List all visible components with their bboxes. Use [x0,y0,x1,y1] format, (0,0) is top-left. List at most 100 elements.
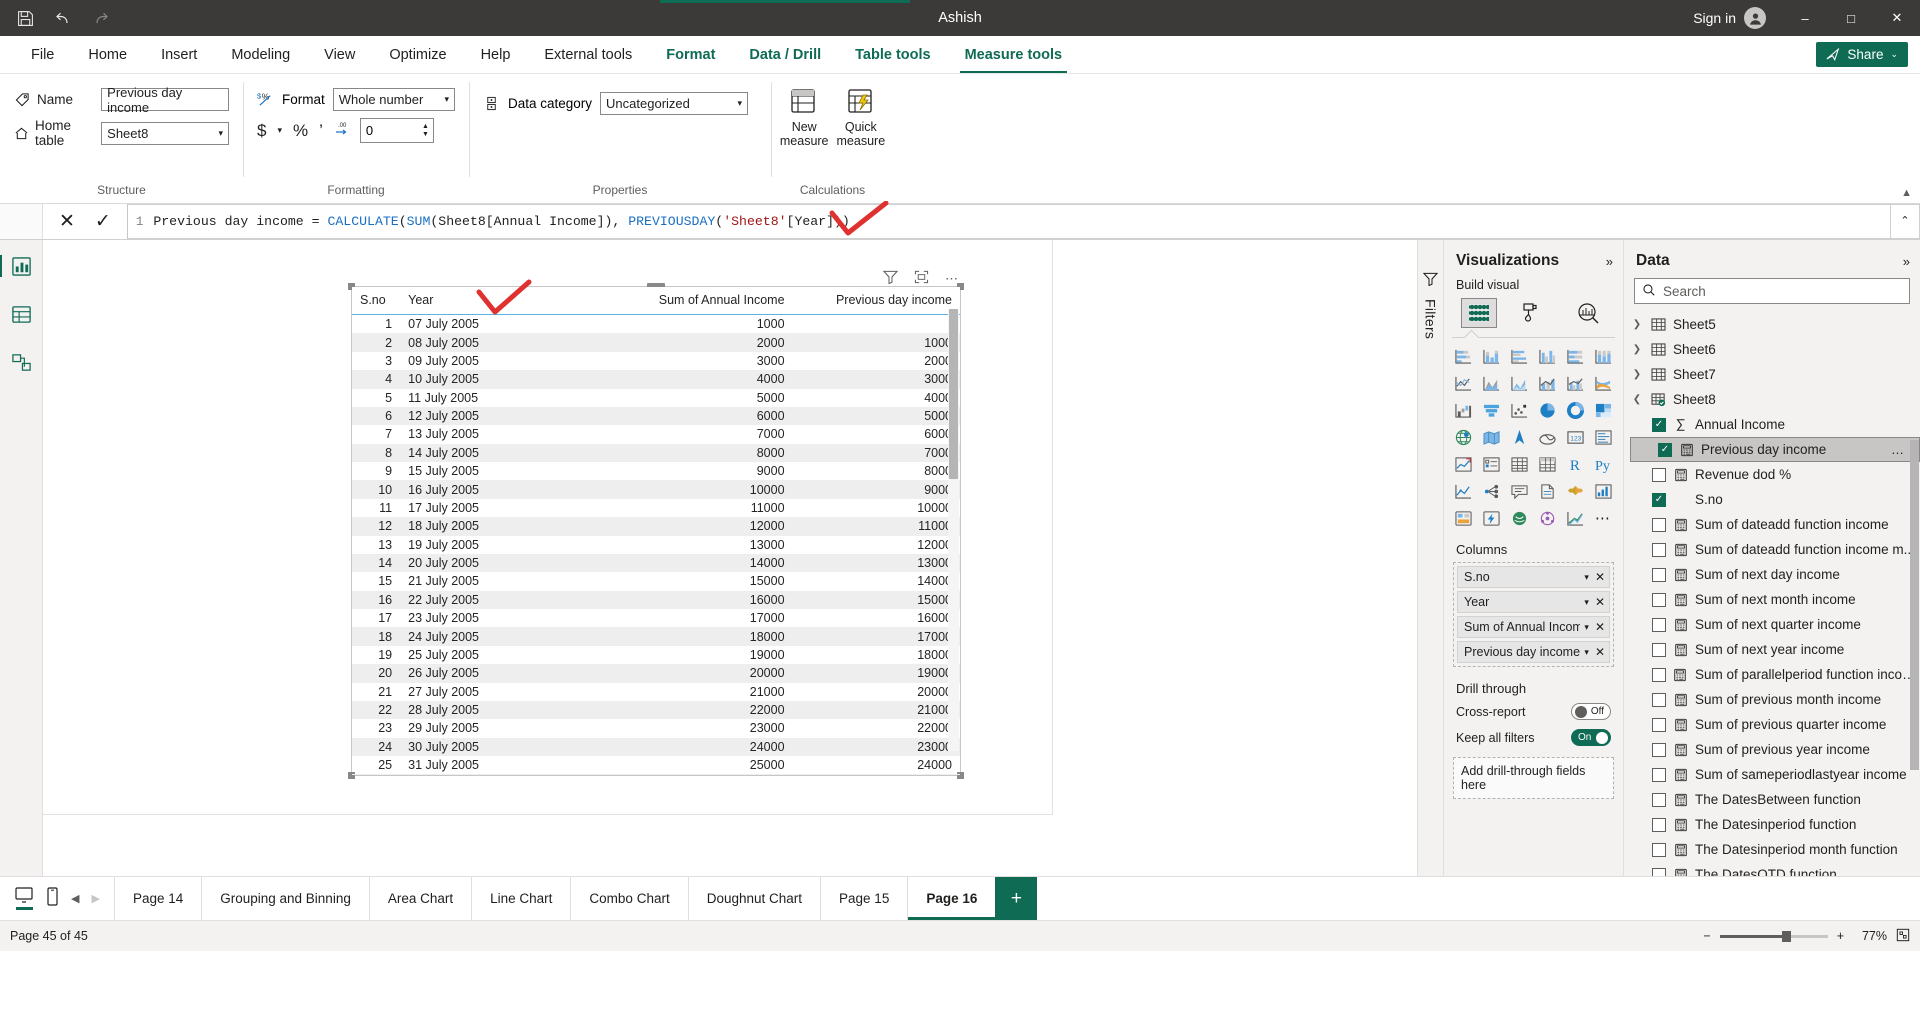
funnel-chart-icon[interactable] [1478,398,1506,422]
column-header-sum-annual-income[interactable]: Sum of Annual Income [599,287,793,315]
table-row[interactable]: 2531 July 20052500024000 [352,756,960,774]
expand-formula-bar-button[interactable]: ⌃ [1890,204,1920,239]
page-tab-page-14[interactable]: Page 14 [114,877,201,920]
field-checkbox[interactable] [1652,593,1666,607]
stacked-area-chart-icon[interactable] [1506,371,1534,395]
azure-ml-icon[interactable] [1534,506,1562,530]
matrix-icon[interactable] [1534,452,1562,476]
table-node-sheet5[interactable]: ❯ Sheet5 [1630,312,1920,337]
metrics-icon[interactable] [1589,479,1617,503]
map-icon[interactable] [1450,425,1478,449]
field-row-annual-income[interactable]: ✓ Annual Income [1630,412,1920,437]
pie-chart-icon[interactable] [1534,398,1562,422]
clustered-bar-chart-icon[interactable] [1506,344,1534,368]
column-header-year[interactable]: Year [400,287,599,315]
focus-mode-icon[interactable] [914,270,929,287]
table-row[interactable]: 1016 July 2005100009000 [352,480,960,498]
ribbon-tab-view[interactable]: View [307,36,372,73]
table-vertical-scrollbar[interactable] [948,309,959,751]
table-node-sheet8[interactable]: ❮ Sheet8 [1630,387,1920,412]
slicer-icon[interactable] [1478,452,1506,476]
field-row-dateadd-income[interactable]: Sum of dateadd function income [1630,512,1920,537]
field-row-datesbetween-function[interactable]: The DatesBetween function [1630,787,1920,812]
table-row[interactable]: 1420 July 20051400013000 [352,554,960,572]
sign-in-button[interactable]: Sign in [1693,7,1782,29]
table-row[interactable]: 1218 July 20051200011000 [352,517,960,535]
field-row-datesinperiod-month-function[interactable]: The Datesinperiod month function [1630,837,1920,862]
page-tab-page-15[interactable]: Page 15 [820,877,907,920]
search-input[interactable]: Search [1663,284,1706,299]
minimize-button[interactable]: – [1782,0,1828,36]
stacked-column-chart-icon[interactable] [1478,344,1506,368]
chevron-down-icon[interactable]: ❮ [1630,394,1644,405]
format-visual-tab[interactable] [1515,298,1551,328]
field-checkbox[interactable] [1652,868,1666,877]
ribbon-tab-external-tools[interactable]: External tools [527,36,649,73]
shape-map-icon[interactable] [1506,425,1534,449]
remove-field-icon[interactable]: ✕ [1593,595,1605,609]
field-checkbox[interactable] [1652,818,1666,832]
field-checkbox[interactable] [1652,718,1666,732]
keep-all-filters-toggle[interactable]: On [1571,729,1611,746]
field-chip-previous-day-income[interactable]: Previous day income ▾ ✕ [1457,641,1610,663]
filled-map-icon[interactable] [1478,425,1506,449]
decimal-places-button[interactable]: .00 [334,120,352,141]
field-checkbox[interactable]: ✓ [1652,418,1666,432]
model-view-icon[interactable] [7,348,35,376]
decimal-places-stepper[interactable]: 0 ▲▼ [360,118,434,143]
report-canvas[interactable]: ⋯ S.no Year Sum of Annual Income [43,240,1417,876]
table-row[interactable]: 915 July 200590008000 [352,462,960,480]
percent-format-button[interactable]: % [293,121,308,141]
table-row[interactable]: 1925 July 20051900018000 [352,646,960,664]
undo-icon[interactable] [52,7,74,29]
donut-chart-icon[interactable] [1561,398,1589,422]
table-node-sheet6[interactable]: ❯ Sheet6 [1630,337,1920,362]
power-apps-icon[interactable] [1450,506,1478,530]
table-row[interactable]: 410 July 200540003000 [352,370,960,388]
field-chip-year[interactable]: Year ▾ ✕ [1457,591,1610,613]
next-page-icon[interactable]: ▶ [91,892,99,905]
field-row-datesinperiod-function[interactable]: The Datesinperiod function [1630,812,1920,837]
table-row[interactable]: 2127 July 20052100020000 [352,683,960,701]
table-visual-grid[interactable]: S.no Year Sum of Annual Income Previous … [352,287,960,775]
page-tab-grouping-and-binning[interactable]: Grouping and Binning [201,877,369,920]
arcgis-maps-icon[interactable] [1506,506,1534,530]
line-stacked-column-chart-icon[interactable] [1534,371,1562,395]
quick-measure-button[interactable]: Quick measure [837,84,886,183]
clustered-column-chart-icon[interactable] [1534,344,1562,368]
table-row[interactable]: 612 July 200560005000 [352,407,960,425]
ribbon-tab-modeling[interactable]: Modeling [214,36,307,73]
field-checkbox[interactable] [1652,668,1666,682]
field-row-next-day-income[interactable]: Sum of next day income [1630,562,1920,587]
field-checkbox[interactable] [1652,568,1666,582]
table-row[interactable]: 1319 July 20051300012000 [352,536,960,554]
field-checkbox[interactable] [1652,518,1666,532]
py-script-visual-icon[interactable]: Py [1589,452,1617,476]
table-row[interactable]: 1723 July 20051700016000 [352,609,960,627]
field-row-sno[interactable]: ✓ S.no [1630,487,1920,512]
waterfall-chart-icon[interactable] [1450,398,1478,422]
field-checkbox[interactable] [1652,543,1666,557]
filters-pane-collapsed[interactable]: Filters [1417,240,1443,876]
field-chip-sum-annual-income[interactable]: Sum of Annual Income ▾ ✕ [1457,616,1610,638]
maximize-button[interactable]: □ [1828,0,1874,36]
paginated-report-icon[interactable] [1534,479,1562,503]
field-checkbox[interactable] [1652,643,1666,657]
azure-map-icon[interactable] [1534,425,1562,449]
scatter-chart-icon[interactable] [1506,398,1534,422]
chevron-right-icon[interactable]: ❯ [1630,344,1644,355]
chevron-right-icon[interactable]: ❯ [1630,369,1644,380]
zoom-in-button[interactable]: + [1837,929,1844,943]
ribbon-tab-table-tools[interactable]: Table tools [838,36,947,73]
page-tab-combo-chart[interactable]: Combo Chart [570,877,687,920]
ribbon-tab-file[interactable]: File [14,36,71,73]
build-visual-tab[interactable] [1461,298,1497,328]
scatter-highdensity-icon[interactable] [1561,506,1589,530]
remove-field-icon[interactable]: ✕ [1593,645,1605,659]
zoom-slider[interactable] [1720,935,1828,938]
table-row[interactable]: 2329 July 20052300022000 [352,719,960,737]
ribbon-tab-insert[interactable]: Insert [144,36,214,73]
line-clustered-column-chart-icon[interactable] [1561,371,1589,395]
field-checkbox[interactable] [1652,843,1666,857]
chevron-down-icon[interactable]: ▾ [1580,597,1593,608]
